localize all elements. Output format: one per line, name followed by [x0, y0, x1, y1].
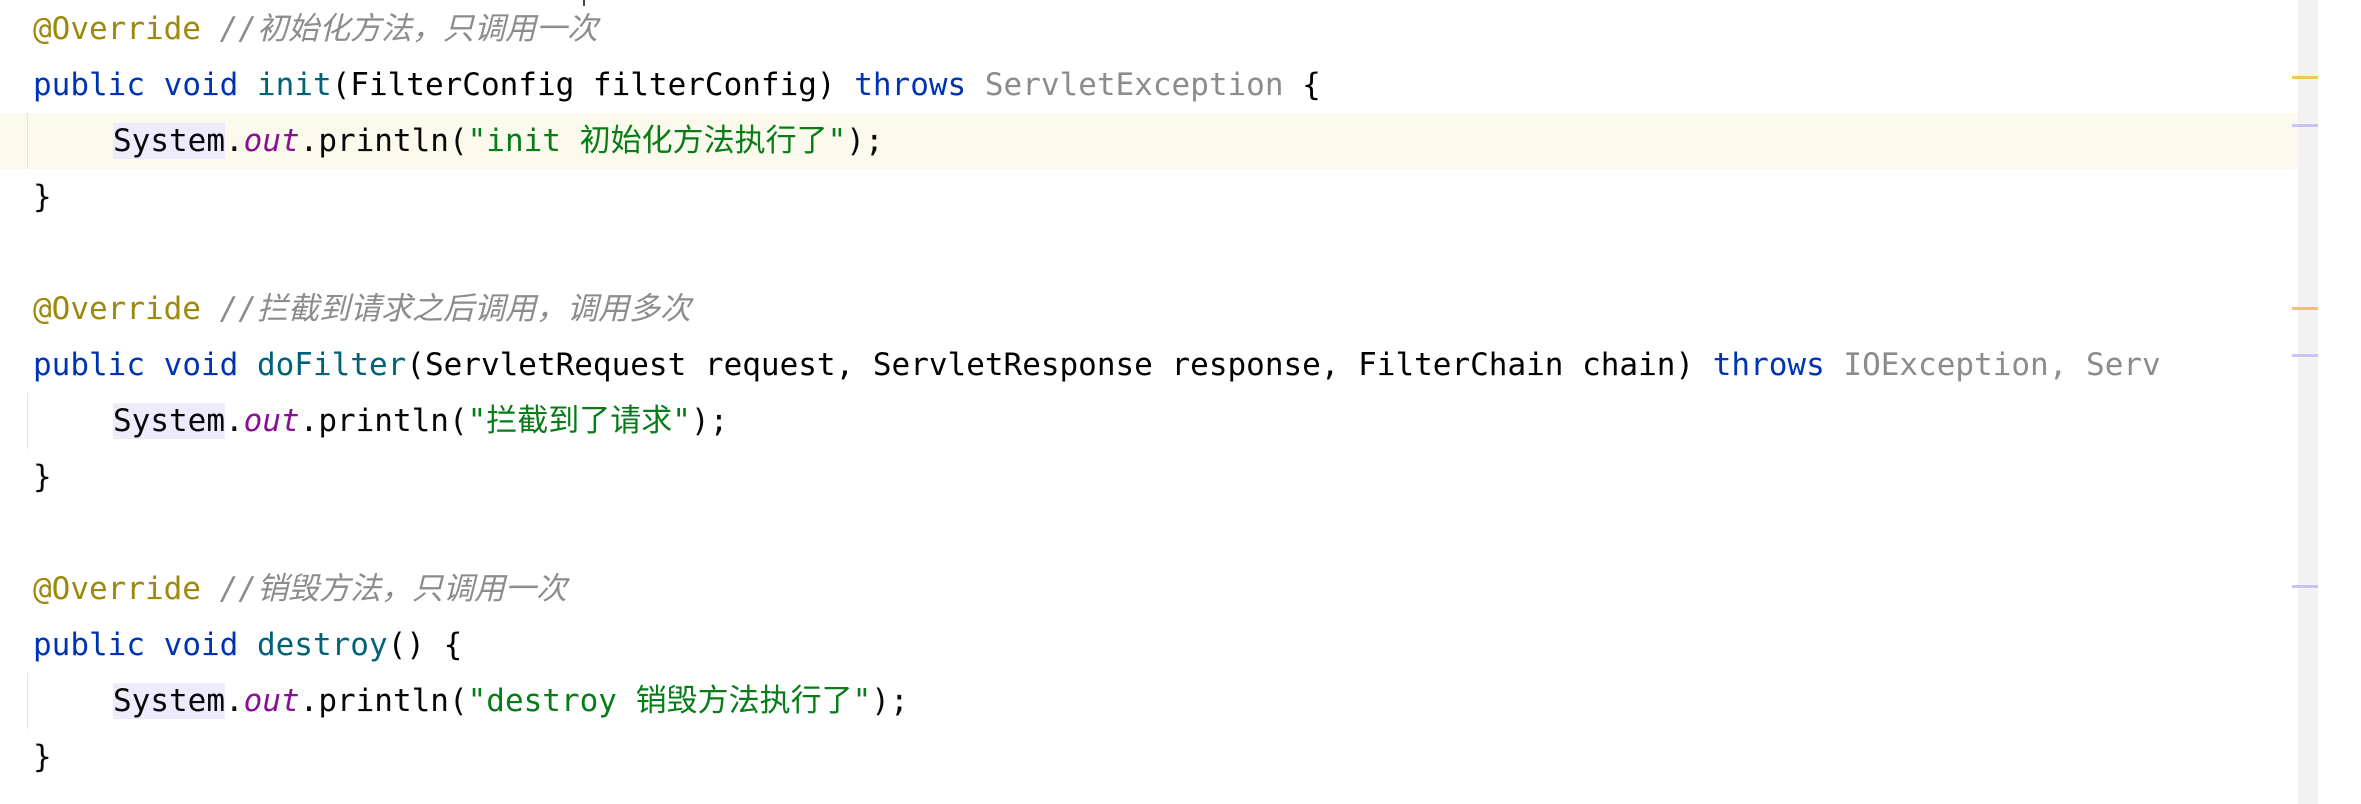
exception-token: IOException, Serv: [1843, 347, 2161, 383]
code-line[interactable]: public void init(FilterConfig filterConf…: [0, 57, 2298, 113]
warning-marker[interactable]: [2292, 76, 2318, 79]
code-line-content: @Override //拦截到请求之后调用，调用多次: [33, 281, 691, 337]
annotation-token: @Override: [33, 291, 201, 327]
string-literal-token: "destroy 销毁方法执行了": [467, 683, 872, 719]
statement-end-token: );: [871, 683, 909, 719]
code-line-content: @Override //初始化方法，只调用一次: [33, 1, 598, 57]
string-literal-token: "拦截到了请求": [467, 403, 691, 439]
code-line[interactable]: @Override //销毁方法，只调用一次: [0, 561, 2298, 617]
exception-token: ServletException: [984, 67, 1284, 103]
code-line[interactable]: }: [0, 169, 2298, 225]
code-line-content: public void destroy() {: [33, 617, 462, 673]
static-field-token: out: [243, 683, 300, 719]
keyword-token: void: [163, 347, 239, 383]
params-token: () {: [387, 627, 463, 663]
method-name-token: doFilter: [256, 347, 407, 383]
method-call-token: .println(: [299, 683, 468, 719]
string-literal-token: "init 初始化方法执行了": [467, 123, 847, 159]
class-ref-token: System: [113, 123, 225, 159]
usage-marker[interactable]: [2292, 354, 2318, 357]
class-ref-token: System: [113, 683, 225, 719]
annotation-token: @Override: [33, 571, 201, 607]
keyword-token: public: [33, 347, 145, 383]
indent-guide: [27, 113, 28, 169]
vertical-scrollbar[interactable]: [2298, 0, 2318, 804]
usage-marker[interactable]: [2292, 585, 2318, 588]
code-line[interactable]: public void destroy() {: [0, 617, 2298, 673]
code-line-content: System.out.println("destroy 销毁方法执行了");: [113, 673, 909, 729]
params-token: (ServletRequest request, ServletResponse…: [406, 347, 1713, 383]
dot-token: .: [224, 403, 244, 439]
code-line[interactable]: }: [0, 449, 2298, 505]
class-ref-token: System: [113, 403, 225, 439]
code-line[interactable]: [0, 225, 2298, 281]
code-line-content: }: [33, 179, 52, 215]
dot-token: .: [224, 683, 244, 719]
code-line-content: System.out.println("init 初始化方法执行了");: [113, 113, 884, 169]
keyword-token: public: [33, 627, 145, 663]
code-line[interactable]: @Override //拦截到请求之后调用，调用多次: [0, 281, 2298, 337]
code-line-content: public void init(FilterConfig filterConf…: [33, 57, 1321, 113]
code-editor[interactable]: @Override //初始化方法，只调用一次 public void init…: [0, 0, 2361, 804]
code-line[interactable]: }: [0, 729, 2298, 785]
static-field-token: out: [243, 123, 300, 159]
code-line[interactable]: public void doFilter(ServletRequest requ…: [0, 337, 2298, 393]
code-line[interactable]: [0, 505, 2298, 561]
keyword-token: throws: [854, 67, 967, 103]
code-line-content: }: [33, 739, 52, 775]
indent-guide: [27, 673, 28, 729]
keyword-token: throws: [1712, 347, 1825, 383]
code-line-content: }: [33, 459, 52, 495]
params-token: (FilterConfig filterConfig): [331, 67, 855, 103]
code-line[interactable]: System.out.println("destroy 销毁方法执行了");: [0, 673, 2298, 729]
static-field-token: out: [243, 403, 300, 439]
comment-token: //拦截到请求之后调用，调用多次: [200, 291, 691, 327]
method-call-token: .println(: [299, 403, 468, 439]
comment-token: //初始化方法，只调用一次: [200, 11, 598, 47]
comment-token: //销毁方法，只调用一次: [200, 571, 567, 607]
annotation-token: @Override: [33, 11, 201, 47]
code-line-content: System.out.println("拦截到了请求");: [113, 393, 728, 449]
statement-end-token: );: [690, 403, 729, 439]
code-line[interactable]: System.out.println("拦截到了请求");: [0, 393, 2298, 449]
indent-guide: [27, 393, 28, 449]
keyword-token: public: [33, 67, 145, 103]
code-line-current[interactable]: System.out.println("init 初始化方法执行了");: [0, 113, 2298, 169]
warning-marker[interactable]: [2292, 307, 2318, 310]
code-line[interactable]: @Override //初始化方法，只调用一次: [0, 1, 2298, 57]
method-name-token: init: [256, 67, 332, 103]
dot-token: .: [224, 123, 244, 159]
statement-end-token: );: [846, 123, 884, 159]
brace-token: {: [1283, 67, 1321, 103]
usage-marker[interactable]: [2292, 124, 2318, 127]
keyword-token: void: [163, 67, 239, 103]
code-line-content: public void doFilter(ServletRequest requ…: [33, 337, 2161, 393]
keyword-token: void: [163, 627, 239, 663]
code-line-content: @Override //销毁方法，只调用一次: [33, 561, 567, 617]
method-call-token: .println(: [299, 123, 468, 159]
method-name-token: destroy: [256, 627, 388, 663]
